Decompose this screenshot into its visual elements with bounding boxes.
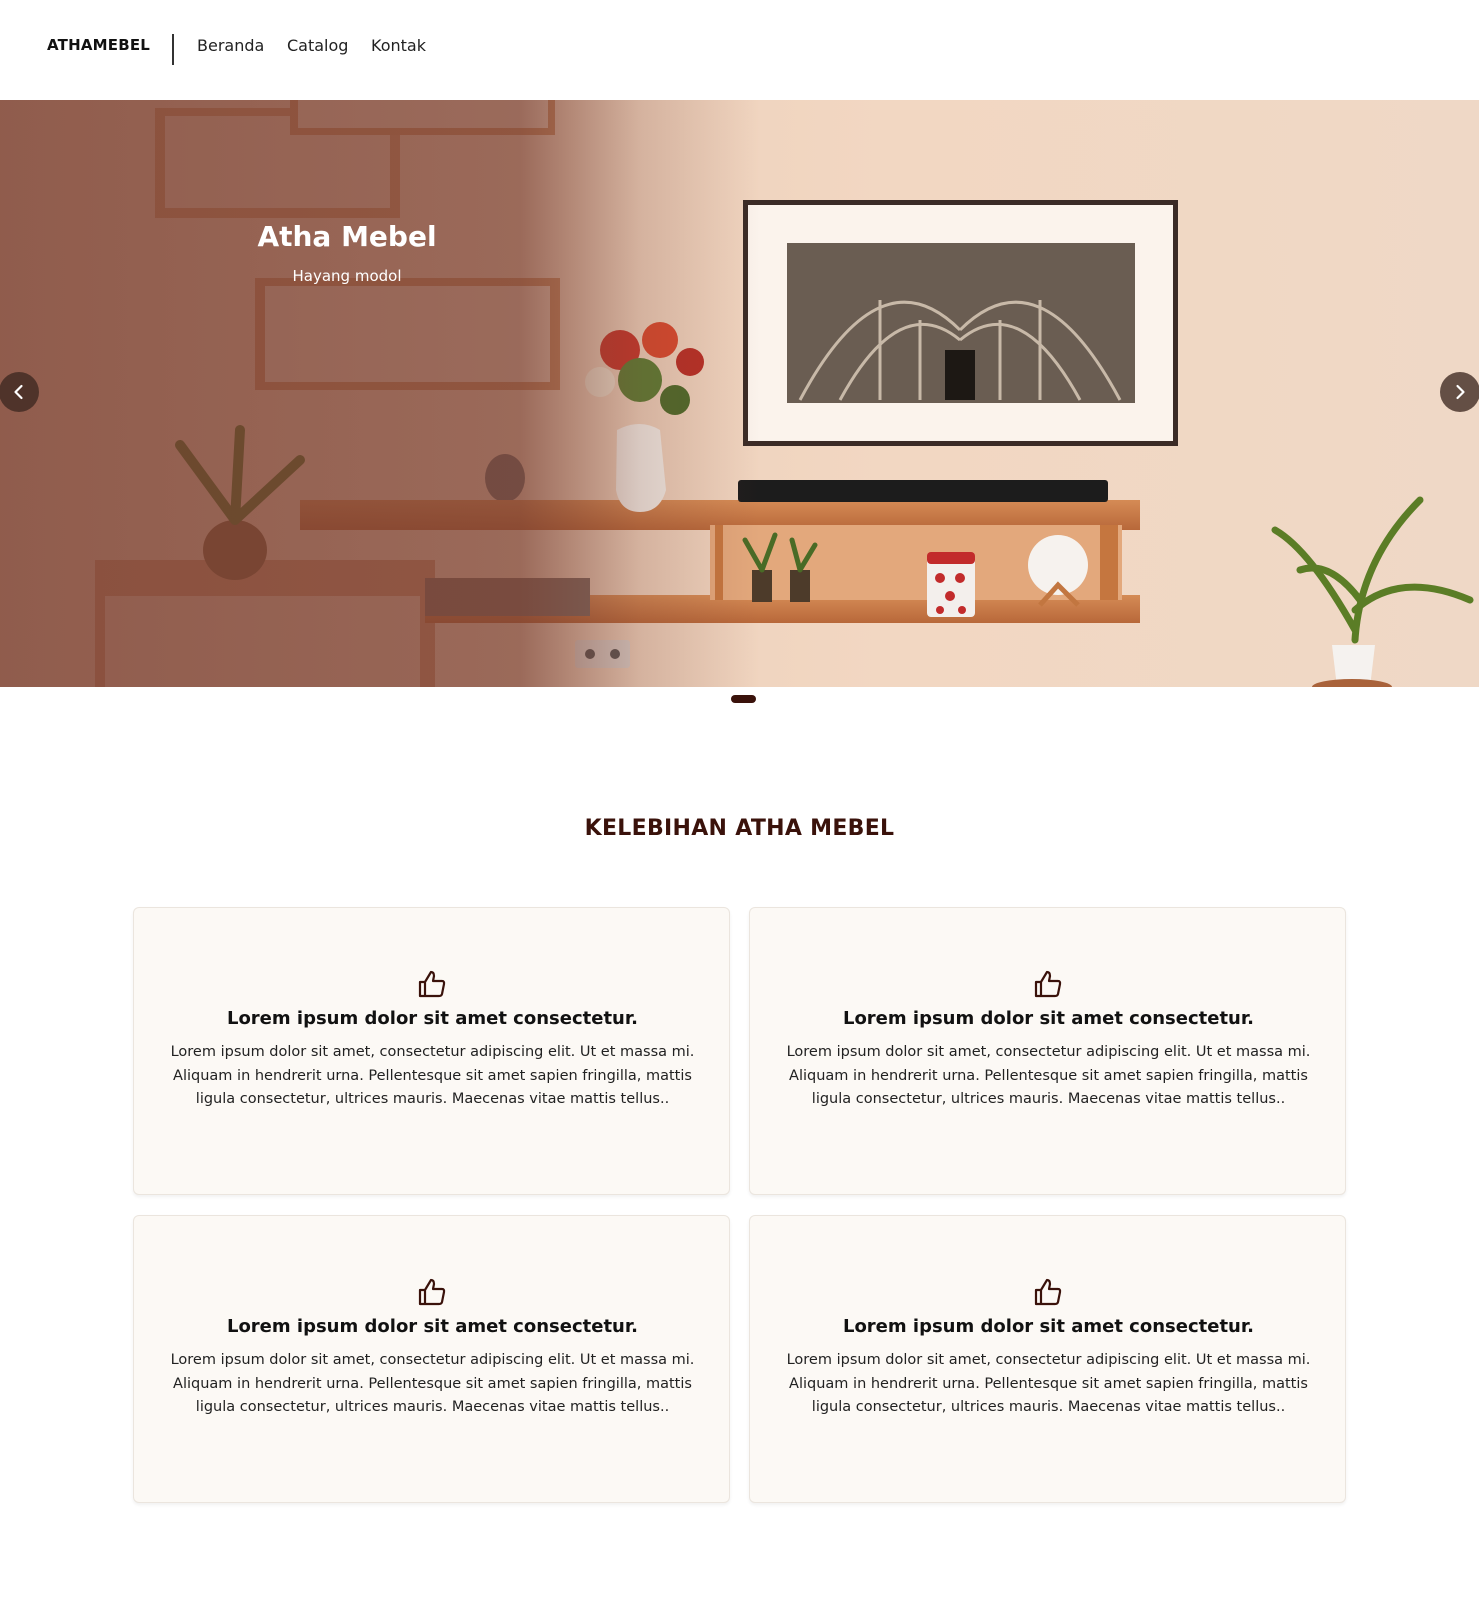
feature-card: Lorem ipsum dolor sit amet consectetur. … <box>749 907 1346 1195</box>
thumbs-up-icon <box>1034 970 1062 998</box>
feature-card-text: Lorem ipsum dolor sit amet, consectetur … <box>170 1044 695 1107</box>
feature-card-text: Lorem ipsum dolor sit amet, consectetur … <box>786 1352 1311 1415</box>
chevron-left-icon <box>14 384 23 400</box>
thumbs-up-icon <box>418 1278 446 1306</box>
carousel-prev-button[interactable] <box>0 372 39 412</box>
feature-card-text: Lorem ipsum dolor sit amet, consectetur … <box>786 1044 1311 1107</box>
feature-card: Lorem ipsum dolor sit amet consectetur. … <box>133 907 730 1195</box>
feature-card: Lorem ipsum dolor sit amet consectetur. … <box>749 1215 1346 1503</box>
brand-logo[interactable]: ATHAMEBEL <box>47 36 150 54</box>
feature-card-title: Lorem ipsum dolor sit amet consectetur. <box>842 1008 1255 1029</box>
features-title: KELEBIHAN ATHA MEBEL <box>584 816 895 841</box>
hero-title: Atha Mebel <box>257 220 437 253</box>
hero-overlay <box>0 100 1479 687</box>
feature-card-title: Lorem ipsum dolor sit amet consectetur. <box>842 1316 1255 1337</box>
hero-subtitle: Hayang modol <box>292 267 402 285</box>
nav-divider <box>172 34 174 65</box>
feature-card-title: Lorem ipsum dolor sit amet consectetur. <box>226 1008 639 1029</box>
nav-link-kontak[interactable]: Kontak <box>371 36 426 55</box>
navbar: ATHAMEBEL Beranda Catalog Kontak <box>0 0 1479 100</box>
chevron-right-icon <box>1456 384 1465 400</box>
feature-card: Lorem ipsum dolor sit amet consectetur. … <box>133 1215 730 1503</box>
nav-link-beranda[interactable]: Beranda <box>197 36 264 55</box>
carousel-indicator-1[interactable] <box>731 695 756 703</box>
nav-link-catalog[interactable]: Catalog <box>287 36 348 55</box>
carousel-next-button[interactable] <box>1440 372 1479 412</box>
feature-card-title: Lorem ipsum dolor sit amet consectetur. <box>226 1316 639 1337</box>
thumbs-up-icon <box>418 970 446 998</box>
feature-card-text: Lorem ipsum dolor sit amet, consectetur … <box>170 1352 695 1415</box>
thumbs-up-icon <box>1034 1278 1062 1306</box>
hero-carousel: Atha Mebel Hayang modol <box>0 100 1479 687</box>
